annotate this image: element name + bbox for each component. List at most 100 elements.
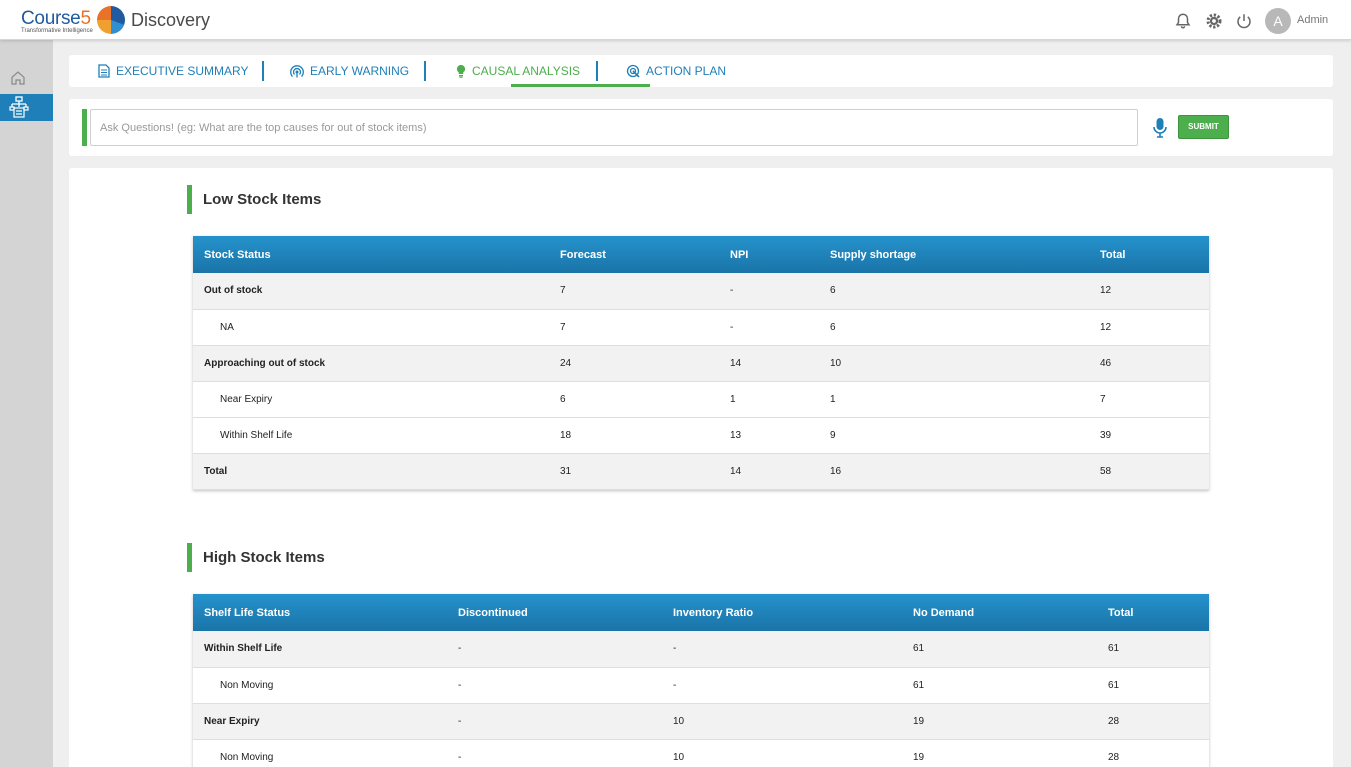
column-header: Total — [1089, 236, 1209, 273]
logo-tagline: Transformative Intelligence — [21, 28, 93, 34]
table-cell: 12 — [1089, 273, 1209, 310]
table-row: Non Moving - -61 61 — [193, 667, 1209, 704]
table-cell: 6 — [819, 273, 1089, 310]
table-header-row: Stock Status Forecast NPI Supply shortage To… — [193, 236, 1209, 273]
low-stock-table: Stock Status Forecast NPI Supply shortage To… — [193, 236, 1209, 490]
table-row: Out of stock 7-6 12 — [193, 273, 1209, 310]
table-cell: 28 — [1097, 703, 1209, 740]
user-avatar[interactable]: A — [1265, 8, 1291, 34]
column-header: Forecast — [549, 236, 719, 273]
table-cell: 1 — [719, 381, 819, 418]
tab-label: ACTION PLAN — [646, 64, 727, 78]
column-header: Inventory Ratio — [662, 594, 902, 631]
table-cell: 61 — [902, 631, 1097, 668]
app-header: Course5 Transformative Intelligence Disc… — [0, 0, 1351, 40]
question-accent-bar — [82, 109, 87, 146]
table-cell: 61 — [1097, 631, 1209, 668]
document-icon — [98, 64, 110, 78]
row-label-cell: Total — [193, 453, 549, 490]
microphone-icon[interactable] — [1152, 117, 1168, 139]
tab-label: CAUSAL ANALYSIS — [472, 64, 581, 78]
table-header-row: Shelf Life Status Discontinued Inventory R… — [193, 594, 1209, 631]
tab-causal-analysis[interactable]: CAUSAL ANALYSIS — [456, 55, 580, 87]
high-stock-title: High Stock Items — [187, 543, 325, 572]
sidebar-home-button[interactable] — [0, 66, 53, 93]
table-cell: 12 — [1089, 309, 1209, 346]
table-cell: 19 — [902, 703, 1097, 740]
row-label-cell: Non Moving — [193, 739, 447, 767]
logo-name: Course — [21, 8, 81, 29]
lightbulb-icon — [456, 64, 466, 78]
row-label-cell: Near Expiry — [193, 703, 447, 740]
user-name[interactable]: Admin — [1297, 14, 1328, 26]
table-cell: 10 — [662, 739, 902, 767]
tab-divider — [424, 61, 426, 81]
table-row: Within Shelf Life 18 13 9 39 — [193, 417, 1209, 454]
sidebar-hierarchy-button[interactable] — [0, 94, 53, 121]
table-cell: - — [662, 667, 902, 704]
row-label-cell: Approaching out of stock — [193, 345, 549, 382]
low-stock-title: Low Stock Items — [187, 185, 321, 214]
table-cell: 18 — [549, 417, 719, 454]
table-cell: - — [662, 631, 902, 668]
row-label-cell: Out of stock — [193, 273, 549, 310]
table-row: Near Expiry 6 1 1 7 — [193, 381, 1209, 418]
row-label-cell: Within Shelf Life — [193, 417, 549, 454]
table-cell: 6 — [549, 381, 719, 418]
tab-early-warning[interactable]: EARLY WARNING — [290, 55, 409, 87]
tab-action-plan[interactable]: ACTION PLAN — [626, 55, 726, 87]
table-cell: 24 — [549, 345, 719, 382]
table-cell: 10 — [819, 345, 1089, 382]
table-cell: 28 — [1097, 739, 1209, 767]
sidebar — [0, 40, 53, 767]
table-cell: - — [719, 309, 819, 346]
tab-label: EARLY WARNING — [310, 64, 410, 78]
table-cell: 31 — [549, 453, 719, 490]
logo-number: 5 — [80, 8, 91, 29]
globe-logo-icon — [97, 6, 125, 34]
submit-button[interactable]: SUBMIT — [1178, 115, 1229, 139]
tab-bar: EXECUTIVE SUMMARY EARLY WARNING CAUSAL A… — [69, 55, 1333, 87]
table-cell: - — [447, 631, 662, 668]
column-header: Supply shortage — [819, 236, 1089, 273]
table-row: NA 7-6 12 — [193, 309, 1209, 346]
table-cell: 7 — [549, 273, 719, 310]
question-input[interactable] — [90, 109, 1138, 146]
column-header: Total — [1097, 594, 1209, 631]
table-row: Total 31 14 16 58 — [193, 453, 1209, 490]
table-row: Non Moving -10 19 28 — [193, 739, 1209, 767]
table-row: Approaching out of stock 24 14 10 46 — [193, 345, 1209, 382]
table-cell: 7 — [549, 309, 719, 346]
tab-divider — [596, 61, 598, 81]
target-icon — [626, 64, 640, 78]
table-cell: 14 — [719, 345, 819, 382]
power-icon[interactable] — [1235, 12, 1253, 30]
table-cell: 46 — [1089, 345, 1209, 382]
table-cell: - — [447, 667, 662, 704]
table-cell: 61 — [1097, 667, 1209, 704]
course5-logo[interactable]: Course5 Transformative Intelligence — [21, 9, 93, 35]
table-cell: 16 — [819, 453, 1089, 490]
table-cell: 10 — [662, 703, 902, 740]
table-cell: 1 — [819, 381, 1089, 418]
table-row: Near Expiry -10 19 28 — [193, 703, 1209, 740]
table-cell: 39 — [1089, 417, 1209, 454]
row-label-cell: Non Moving — [193, 667, 447, 704]
table-cell: 7 — [1089, 381, 1209, 418]
signal-icon — [290, 65, 304, 78]
table-cell: - — [719, 273, 819, 310]
column-header: Discontinued — [447, 594, 662, 631]
table-cell: 13 — [719, 417, 819, 454]
bell-icon[interactable] — [1174, 12, 1192, 30]
table-row: Within Shelf Life - -61 61 — [193, 631, 1209, 668]
table-cell: 19 — [902, 739, 1097, 767]
column-header: No Demand — [902, 594, 1097, 631]
row-label-cell: NA — [193, 309, 549, 346]
table-cell: 9 — [819, 417, 1089, 454]
table-cell: 14 — [719, 453, 819, 490]
table-cell: 61 — [902, 667, 1097, 704]
gear-icon[interactable] — [1205, 12, 1223, 30]
app-title: Discovery — [131, 10, 211, 30]
tab-executive-summary[interactable]: EXECUTIVE SUMMARY — [98, 55, 248, 87]
home-icon — [11, 71, 25, 85]
